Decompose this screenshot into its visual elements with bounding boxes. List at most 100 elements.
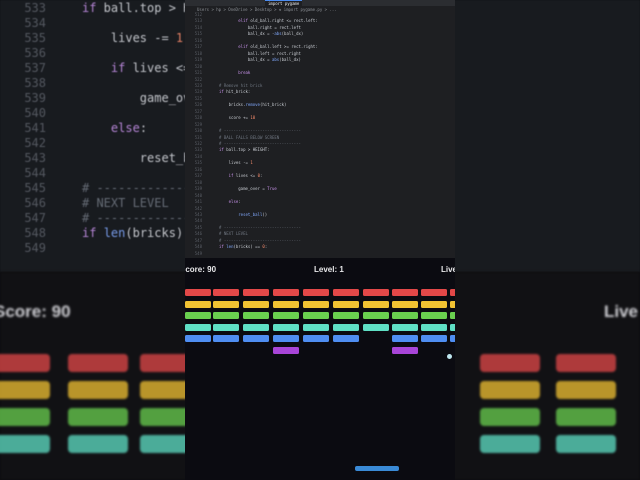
tab-import-pygame[interactable]: import pygame <box>265 0 303 7</box>
brick <box>213 300 239 308</box>
line-number: 538 <box>194 179 202 185</box>
background-line-number: 546 <box>24 196 46 210</box>
brick <box>303 335 329 342</box>
line-number: 529 <box>194 121 202 127</box>
line-number: 536 <box>194 166 202 172</box>
line-number: 516 <box>194 37 202 43</box>
code-text[interactable]: bricks.remove(hit_brick) <box>219 102 287 108</box>
background-line-number: 538 <box>24 76 46 90</box>
code-text[interactable]: break <box>219 70 250 76</box>
background-line-number: 545 <box>24 181 46 195</box>
background-brick <box>556 381 616 399</box>
code-text[interactable]: ball_dx = abs(ball_dx) <box>219 57 301 63</box>
brick <box>273 323 299 331</box>
code-text[interactable]: if ball.top > HEIGHT: <box>219 147 270 153</box>
level-label: Level: 1 <box>314 265 344 274</box>
line-number: 542 <box>194 205 202 211</box>
brick <box>421 323 447 331</box>
code-text[interactable]: # Remove hit brick <box>219 83 262 89</box>
background-line-number: 543 <box>24 151 46 165</box>
code-text[interactable]: else: <box>219 199 241 205</box>
background-brick <box>0 381 50 399</box>
code-text[interactable]: elif old_ball.right <= rect.left: <box>219 18 317 24</box>
brick <box>450 312 455 319</box>
code-text[interactable]: game_over = True <box>219 186 277 192</box>
brick <box>363 289 389 296</box>
code-text[interactable]: ball_dx = -abs(ball_dx) <box>219 31 303 37</box>
background-brick <box>480 408 540 426</box>
code-text[interactable]: ball.left = rect.right <box>219 51 301 57</box>
line-number: 513 <box>194 18 202 24</box>
line-number: 530 <box>194 128 202 134</box>
brick <box>303 300 329 308</box>
brick <box>363 323 389 331</box>
brick <box>273 346 299 354</box>
background-line-number: 535 <box>24 31 46 45</box>
brick <box>421 300 447 308</box>
line-number: 514 <box>194 24 202 30</box>
background-line-number: 549 <box>24 241 46 255</box>
code-text[interactable]: # -------------------------------- <box>219 141 301 147</box>
line-number: 535 <box>194 160 202 166</box>
brick <box>213 323 239 331</box>
line-number: 518 <box>194 50 202 56</box>
line-number: 527 <box>194 108 202 114</box>
brick <box>243 335 269 342</box>
brick <box>421 335 447 342</box>
line-number: 547 <box>194 237 202 243</box>
brick <box>392 323 418 331</box>
brick <box>213 312 239 319</box>
brick <box>450 300 455 308</box>
breakout-game: Score: 90 Level: 1 Live <box>185 258 455 480</box>
brick <box>303 323 329 331</box>
background-line-number: 537 <box>24 61 46 75</box>
line-number: 531 <box>194 134 202 140</box>
background-brick <box>556 408 616 426</box>
background-line-number: 533 <box>24 1 46 15</box>
brick <box>213 335 239 342</box>
line-number: 549 <box>194 250 202 256</box>
code-text[interactable]: if lives <= 0: <box>219 173 263 179</box>
code-text[interactable]: if len(bricks) == 0: <box>219 244 267 250</box>
brick <box>333 289 359 296</box>
code-text[interactable]: # -------------------------------- <box>219 128 301 134</box>
code-text[interactable]: lives -= 1 <box>219 160 253 166</box>
brick <box>333 300 359 308</box>
background-brick <box>68 435 128 453</box>
line-number: 546 <box>194 231 202 237</box>
brick <box>363 312 389 319</box>
background-line-number: 534 <box>24 16 46 30</box>
code-text[interactable]: reset_ball() <box>219 212 267 218</box>
background-lives-label: Live <box>604 302 639 321</box>
line-number: 532 <box>194 141 202 146</box>
brick <box>333 323 359 331</box>
line-number: 539 <box>194 186 202 192</box>
background-line-number: 542 <box>24 136 46 150</box>
background-brick <box>0 435 50 453</box>
code-text[interactable]: if hit_brick: <box>219 89 250 95</box>
code-text[interactable]: # -------------------------------- <box>219 238 301 244</box>
code-text[interactable]: score += 10 <box>219 115 256 121</box>
line-number: 548 <box>194 244 202 250</box>
line-number: 528 <box>194 115 202 121</box>
paddle[interactable] <box>355 466 399 471</box>
background-brick <box>0 354 50 372</box>
background-brick <box>480 381 540 399</box>
brick <box>392 335 418 342</box>
brick <box>450 335 455 342</box>
line-number: 525 <box>194 95 202 101</box>
brick <box>243 300 269 308</box>
ball <box>447 354 452 359</box>
code-text[interactable]: # NEXT LEVEL <box>219 231 248 237</box>
brick <box>185 323 211 331</box>
code-text[interactable]: # BALL FALLS BELOW SCREEN <box>219 135 279 141</box>
brick <box>333 335 359 342</box>
brick <box>185 300 211 308</box>
background-code-text: lives -= 1 <box>82 31 184 45</box>
code-text[interactable]: # -------------------------------- <box>219 225 301 231</box>
line-number: 533 <box>194 147 202 153</box>
background-line-number: 536 <box>24 46 46 60</box>
code-text[interactable]: elif old_ball.left >= rect.right: <box>219 44 317 50</box>
line-number: 521 <box>194 70 202 76</box>
code-text[interactable]: ball.right = rect.left <box>219 25 301 31</box>
